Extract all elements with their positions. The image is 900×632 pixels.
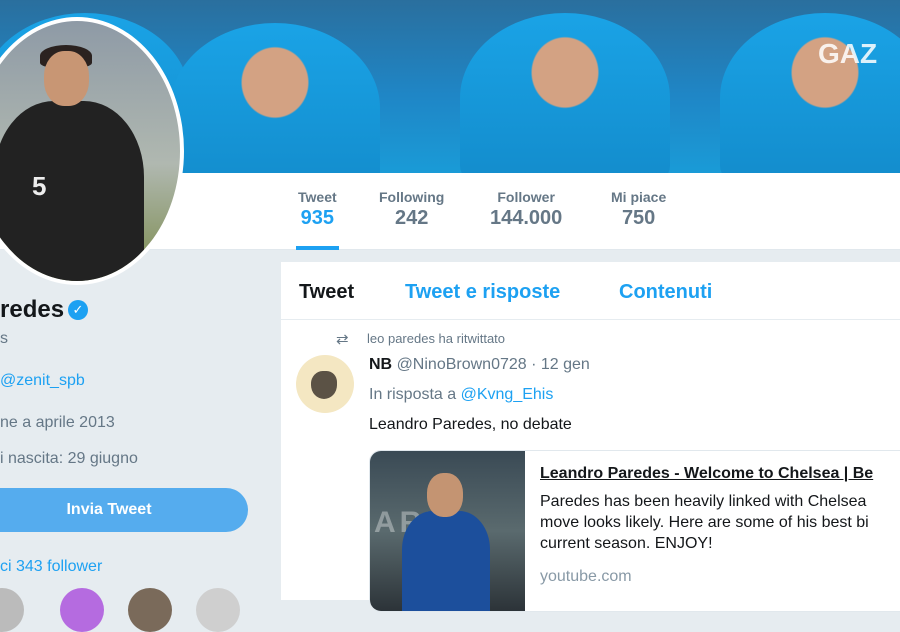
stat-tweets[interactable]: Tweet 935 [296, 189, 339, 250]
player-shirt [402, 511, 490, 611]
card-description: Paredes has been heavily linked with Che… [540, 491, 900, 554]
player-face [427, 473, 463, 517]
tab-tweet-replies[interactable]: Tweet e risposte [405, 281, 560, 304]
avatar-face [44, 51, 89, 106]
follower-avatar[interactable] [128, 588, 172, 632]
profile-joined: ne a aprile 2013 [0, 414, 115, 431]
timeline-tabs: Tweet Tweet e risposte Contenuti [281, 262, 900, 320]
tweet-header: NB @NinoBrown0728 · 12 gen [369, 356, 590, 374]
stat-value: 935 [300, 207, 334, 229]
stat-value: 144.000 [490, 207, 563, 229]
tweet-text: Leandro Paredes, no debate [369, 416, 572, 433]
stat-label: Follower [497, 189, 555, 205]
follower-avatar[interactable] [0, 588, 24, 632]
stat-likes[interactable]: Mi piace 750 [611, 189, 666, 230]
timeline-panel: Tweet Tweet e risposte Contenuti ⇄ leo p… [281, 262, 900, 612]
stat-value: 750 [621, 207, 656, 229]
banner-player [170, 23, 380, 173]
card-desc-line: Paredes has been heavily linked with Che… [540, 493, 867, 510]
verified-badge-icon: ✓ [68, 300, 88, 320]
card-domain: youtube.com [540, 568, 632, 585]
tab-tweet[interactable]: Tweet [299, 281, 354, 304]
retweet-note[interactable]: leo paredes ha ritwittato [367, 331, 505, 346]
banner-player [460, 13, 670, 173]
card-player [402, 473, 490, 611]
profile-link[interactable]: @zenit_spb [0, 372, 85, 390]
tweet-author-avatar[interactable] [296, 355, 354, 413]
stat-label: Following [379, 189, 445, 205]
send-tweet-button[interactable]: Invia Tweet [0, 488, 248, 532]
card-thumbnail: ARD [370, 451, 525, 611]
tweet-author-handle[interactable]: @NinoBrown0728 [397, 356, 527, 373]
tweet-author-name[interactable]: NB [369, 356, 392, 373]
card-desc-line: move looks likely. Here are some of his … [540, 514, 869, 531]
stat-label: Mi piace [611, 189, 667, 205]
banner-sponsor-text: GAZ [818, 38, 878, 69]
stat-followers[interactable]: Follower 144.000 [490, 189, 562, 230]
avatar-shirt-number: 5 [32, 171, 47, 201]
profile-birthday: i nascita: 29 giugno [0, 450, 138, 467]
followers-you-know-link[interactable]: ci 343 follower [0, 558, 102, 576]
profile-name[interactable]: redes [0, 296, 64, 324]
tweet-reply-context: In risposta a @Kvng_Ehis [369, 386, 553, 404]
follower-avatar[interactable] [196, 588, 240, 632]
avatar-figure [311, 371, 337, 399]
tab-media[interactable]: Contenuti [619, 281, 712, 304]
retweet-icon: ⇄ [336, 331, 349, 348]
stat-label: Tweet [298, 189, 337, 205]
banner-player [720, 13, 900, 173]
stat-following[interactable]: Following 242 [379, 189, 444, 230]
profile-handle: s [0, 330, 8, 347]
card-title: Leandro Paredes - Welcome to Chelsea | B… [540, 465, 874, 482]
avatar-shirt [0, 101, 144, 281]
reply-to-link[interactable]: @Kvng_Ehis [461, 386, 554, 403]
link-preview-card[interactable]: ARD Leandro Paredes - Welcome to Chelsea… [369, 450, 900, 612]
tweet-date[interactable]: · 12 gen [531, 356, 590, 373]
card-desc-line: current season. ENJOY! [540, 535, 713, 552]
follower-avatar[interactable] [60, 588, 104, 632]
reply-prefix: In risposta a [369, 386, 457, 403]
stat-value: 242 [394, 207, 429, 229]
